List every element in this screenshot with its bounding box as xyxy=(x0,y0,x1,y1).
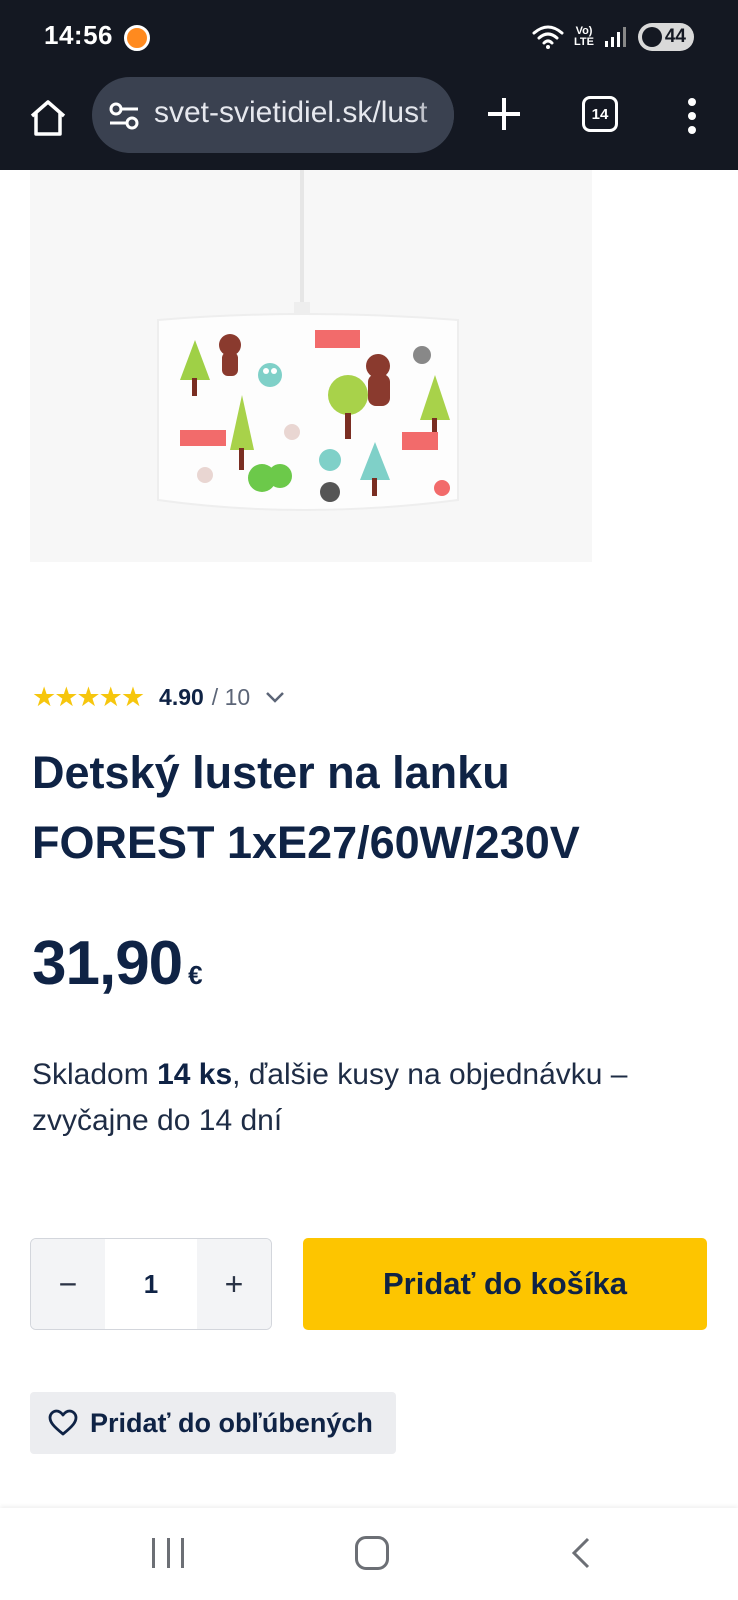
address-bar[interactable]: svet-svietidiel.sk/lust xyxy=(92,77,454,153)
rating-max: / 10 xyxy=(211,683,251,710)
recent-apps-icon[interactable] xyxy=(152,1538,184,1568)
rating-stars: ★★★★★ xyxy=(32,681,145,713)
heart-icon xyxy=(48,1409,78,1436)
quantity-decrease-button[interactable]: − xyxy=(31,1239,105,1329)
status-icons: Vo) LTE 44 xyxy=(532,22,694,52)
stock-prefix: Skladom xyxy=(32,1058,158,1091)
status-bar: 14:56 Vo) LTE 44 xyxy=(0,0,738,72)
add-to-favorites-button[interactable]: Pridať do obľúbených xyxy=(30,1392,396,1454)
product-price: 31,90 € xyxy=(32,928,203,999)
chevron-down-icon[interactable] xyxy=(264,686,286,708)
quantity-stepper: − 1 + xyxy=(30,1238,272,1330)
add-to-cart-button[interactable]: Pridať do košíka xyxy=(303,1238,707,1330)
stock-info: Skladom 14 ks, ďalšie kusy na objednávku… xyxy=(32,1052,712,1144)
site-settings-icon[interactable] xyxy=(108,101,140,131)
battery-indicator: 44 xyxy=(638,23,694,51)
stock-count: 14 ks xyxy=(157,1058,233,1091)
product-rating[interactable]: ★★★★★ 4.90 / 10 xyxy=(32,681,286,713)
plus-icon[interactable] xyxy=(484,94,524,134)
url-fade xyxy=(414,77,454,153)
battery-level: 44 xyxy=(664,26,686,47)
favorite-label: Pridať do obľúbených xyxy=(90,1407,373,1438)
home-icon[interactable] xyxy=(26,96,70,140)
tabs-icon[interactable]: 14 xyxy=(582,96,618,132)
url-text: svet-svietidiel.sk/lust xyxy=(154,96,428,129)
quantity-input[interactable]: 1 xyxy=(105,1239,197,1329)
quantity-increase-button[interactable]: + xyxy=(197,1239,271,1329)
nav-home-icon[interactable] xyxy=(355,1536,389,1570)
lamp-illustration xyxy=(157,170,459,511)
more-vert-icon[interactable] xyxy=(680,94,704,138)
system-navigation-bar xyxy=(0,1508,738,1600)
product-image[interactable] xyxy=(30,170,592,562)
volte-bottom: LTE xyxy=(574,36,594,48)
price-currency: € xyxy=(188,960,203,990)
price-value: 31,90 xyxy=(32,929,183,998)
status-time: 14:56 xyxy=(44,20,113,50)
notification-app-icon xyxy=(124,25,150,51)
volte-indicator: Vo) LTE xyxy=(574,26,594,48)
rating-value: 4.90 xyxy=(159,683,204,710)
back-icon[interactable] xyxy=(566,1536,596,1570)
signal-icon xyxy=(605,27,626,47)
battery-saver-icon xyxy=(642,27,662,47)
wifi-icon xyxy=(532,25,564,49)
browser-toolbar: svet-svietidiel.sk/lust 14 xyxy=(0,72,738,170)
product-title: Detský luster na lanku FOREST 1xE27/60W/… xyxy=(32,747,580,868)
